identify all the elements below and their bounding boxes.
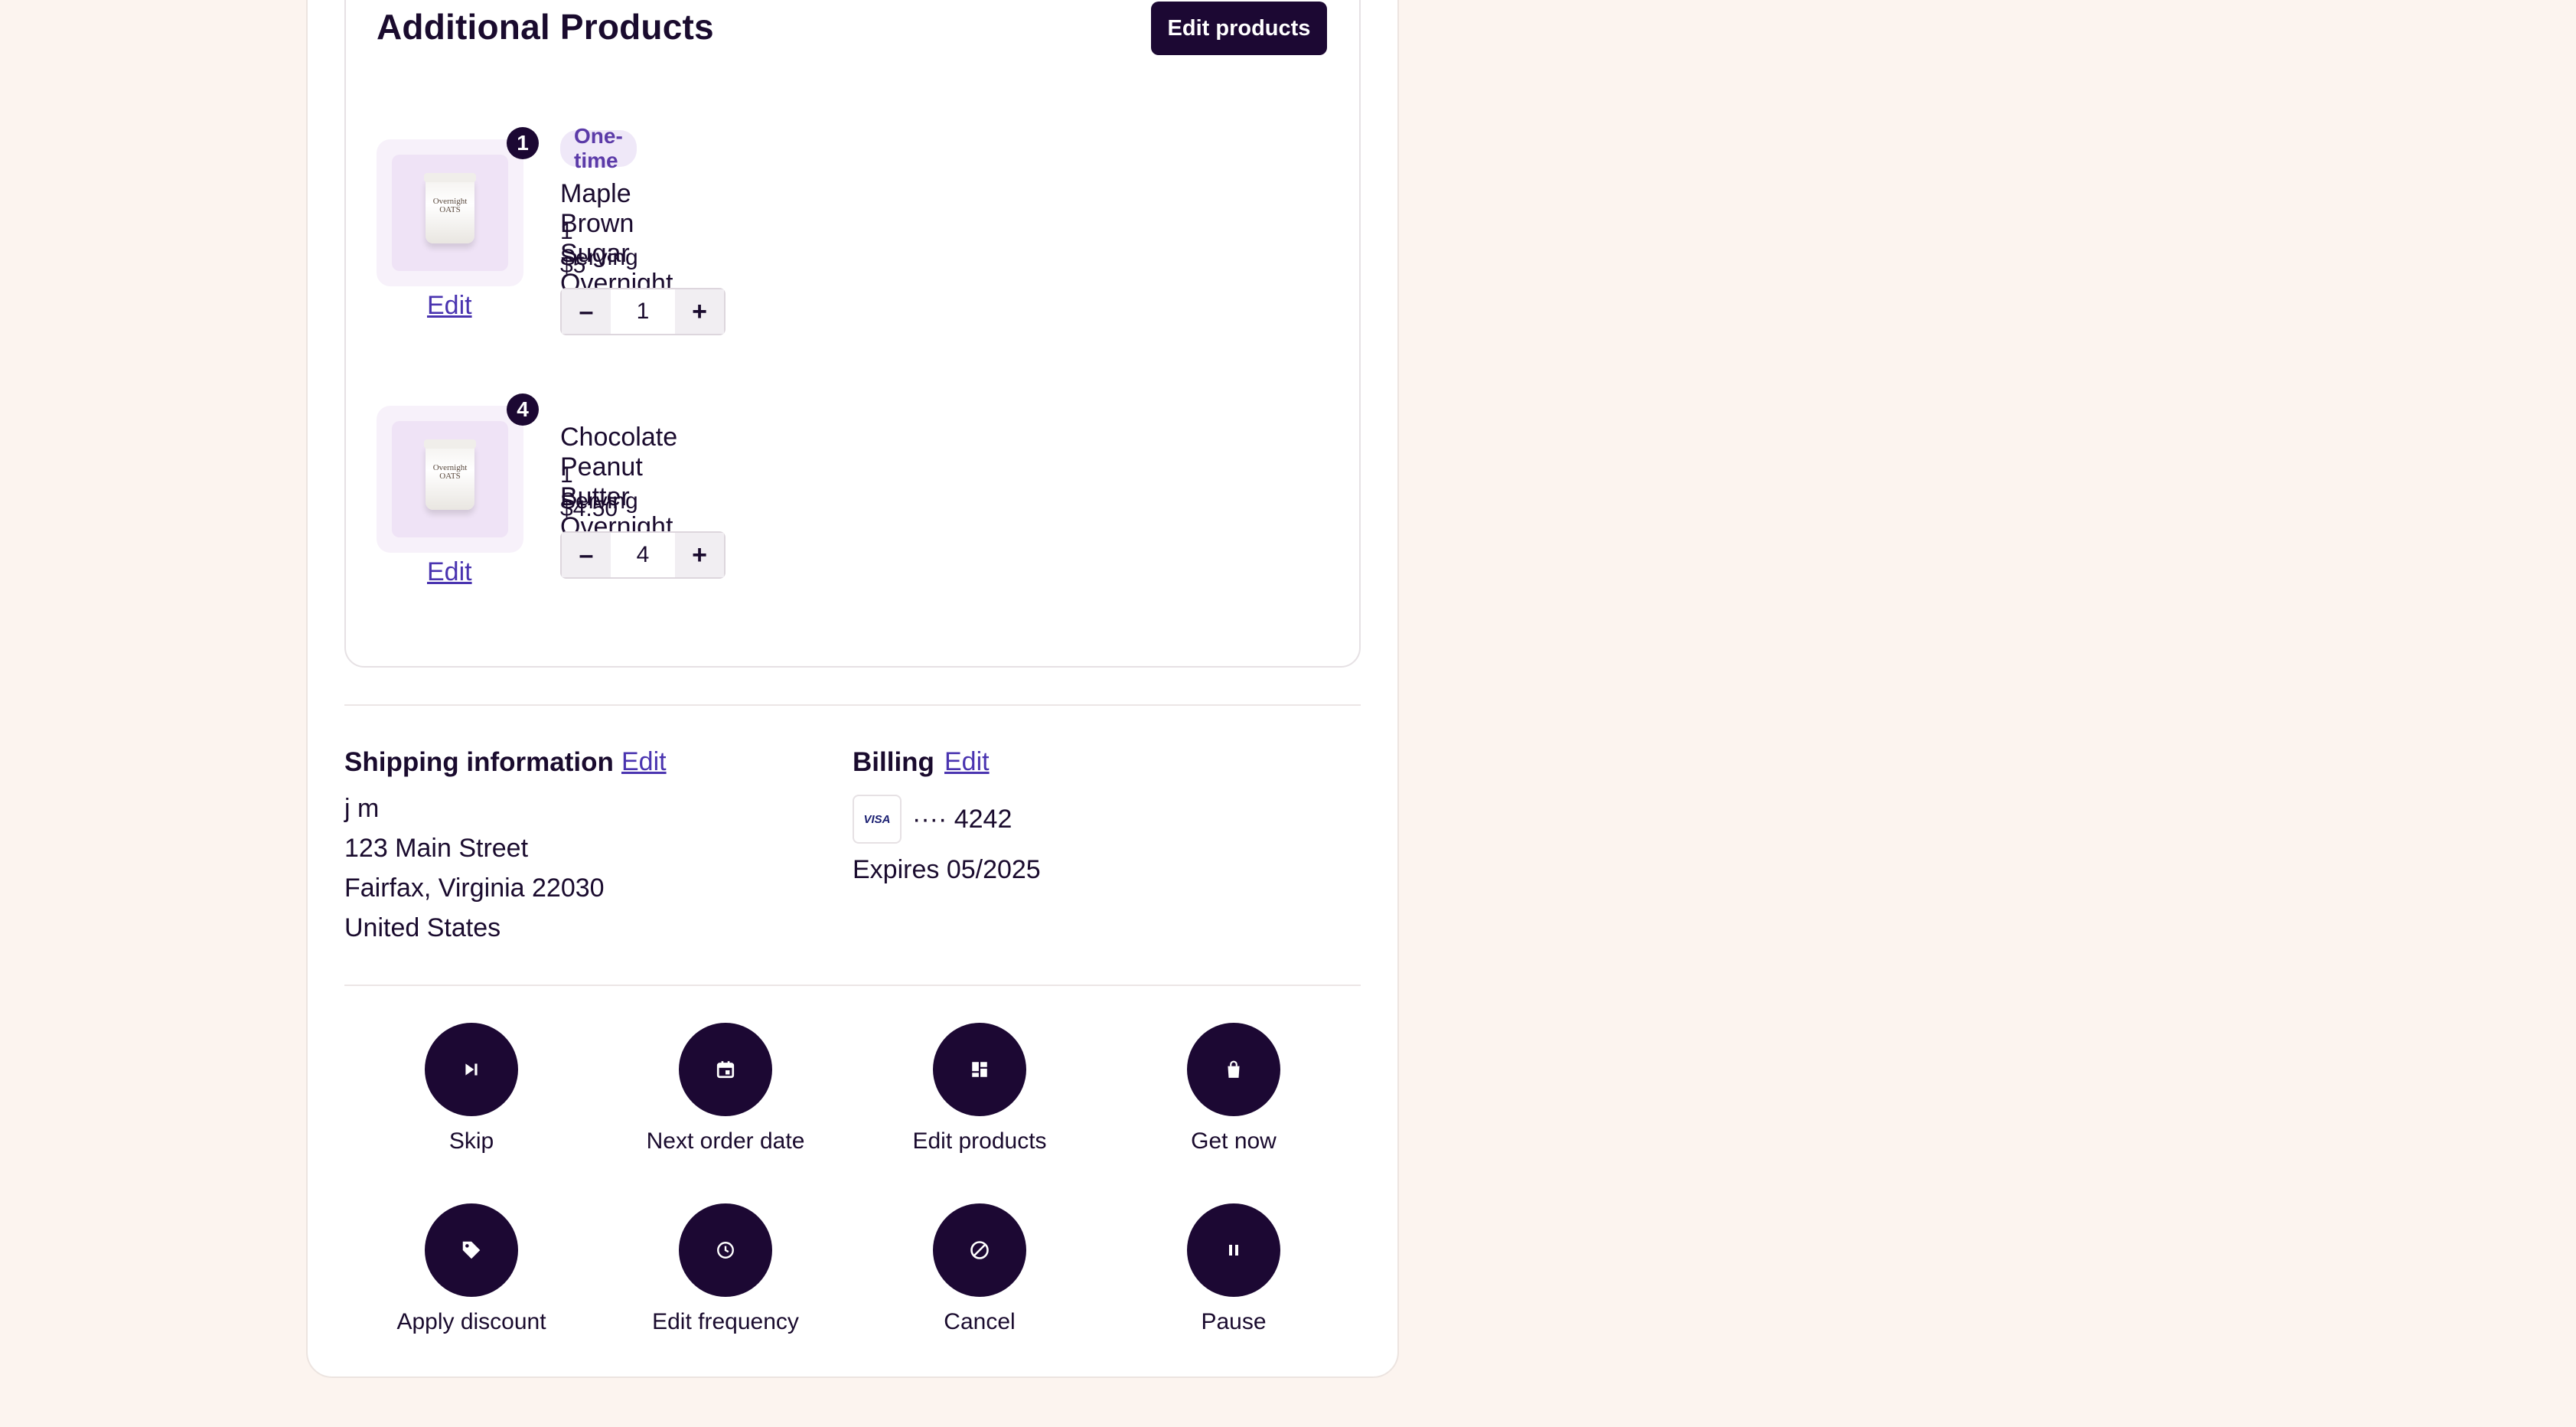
visa-card-icon: VISA <box>853 795 902 844</box>
clock-icon[interactable] <box>679 1203 772 1297</box>
decrease-quantity-button[interactable]: – <box>562 533 611 577</box>
card-number: ···· 4242 <box>912 805 1012 834</box>
tag-icon[interactable] <box>425 1203 518 1297</box>
pause-icon[interactable] <box>1187 1203 1280 1297</box>
product-price: $5 <box>560 253 586 278</box>
quantity-stepper: – 1 + <box>560 288 726 335</box>
decrease-quantity-button[interactable]: – <box>562 289 611 334</box>
product-thumbnail: Overnight OATS <box>377 139 523 286</box>
quantity-badge: 4 <box>507 393 539 426</box>
oats-jar-image: Overnight OATS <box>424 173 476 243</box>
shipping-city: Fairfax, Virginia 22030 <box>344 874 605 903</box>
action-pause[interactable]: Pause <box>1119 1203 1348 1335</box>
card-expiry: Expires 05/2025 <box>853 855 1041 884</box>
section-title: Additional Products <box>377 7 714 47</box>
action-next-order-date[interactable]: Next order date <box>611 1023 840 1154</box>
product-price: $4.50 <box>560 496 618 521</box>
oats-jar-image: Overnight OATS <box>424 439 476 510</box>
action-apply-discount[interactable]: Apply discount <box>357 1203 586 1335</box>
edit-products-button[interactable]: Edit products <box>1151 2 1327 55</box>
shipping-street: 123 Main Street <box>344 834 529 863</box>
quantity-value[interactable]: 1 <box>611 299 675 325</box>
grid-icon[interactable] <box>933 1023 1026 1116</box>
edit-shipping-link[interactable]: Edit <box>621 747 667 777</box>
calendar-icon[interactable] <box>679 1023 772 1116</box>
product-thumbnail: Overnight OATS <box>377 406 523 553</box>
shipping-name: j m <box>344 794 380 823</box>
additional-products-panel <box>344 0 1361 668</box>
action-edit-frequency[interactable]: Edit frequency <box>611 1203 840 1335</box>
shipping-heading: Shipping information <box>344 747 614 777</box>
divider <box>344 985 1361 986</box>
increase-quantity-button[interactable]: + <box>675 533 724 577</box>
edit-billing-link[interactable]: Edit <box>944 747 990 777</box>
edit-product-link[interactable]: Edit <box>427 557 472 587</box>
billing-heading: Billing <box>853 747 934 777</box>
edit-product-link[interactable]: Edit <box>427 291 472 321</box>
action-edit-products[interactable]: Edit products <box>865 1023 1094 1154</box>
divider <box>344 704 1361 706</box>
action-get-now[interactable]: Get now <box>1119 1023 1348 1154</box>
skip-icon[interactable] <box>425 1023 518 1116</box>
increase-quantity-button[interactable]: + <box>675 289 724 334</box>
cancel-icon[interactable] <box>933 1203 1026 1297</box>
quantity-stepper: – 4 + <box>560 531 726 579</box>
shipping-country: United States <box>344 913 501 942</box>
shopping-bag-icon[interactable] <box>1187 1023 1280 1116</box>
quantity-badge: 1 <box>507 127 539 159</box>
action-cancel[interactable]: Cancel <box>865 1203 1094 1335</box>
action-skip[interactable]: Skip <box>357 1023 586 1154</box>
quantity-value[interactable]: 4 <box>611 542 675 568</box>
one-time-tag: One-time <box>560 124 637 172</box>
